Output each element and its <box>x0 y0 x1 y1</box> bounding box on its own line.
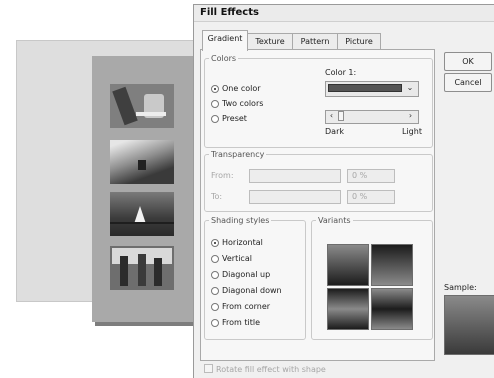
from-corner-radio[interactable]: From corner <box>211 302 270 311</box>
variant-3[interactable] <box>327 288 369 330</box>
gradient-tab-panel: Colors One color Two colors Preset Color… <box>200 49 435 361</box>
from-slider[interactable] <box>249 169 341 183</box>
preset-radio[interactable]: Preset <box>211 114 247 123</box>
variant-1[interactable] <box>327 244 369 286</box>
variants-legend: Variants <box>318 216 351 225</box>
from-label: From: <box>211 171 234 180</box>
beach-photo <box>110 246 174 290</box>
color1-swatch <box>328 84 402 92</box>
sample-label: Sample: <box>444 283 477 292</box>
dialog-title: Fill Effects <box>200 7 259 18</box>
radio-icon <box>211 319 219 327</box>
radio-icon <box>211 287 219 295</box>
radio-icon <box>211 255 219 263</box>
color1-dropdown[interactable]: ⌄ <box>325 81 419 97</box>
light-label: Light <box>402 127 422 136</box>
variant-2[interactable] <box>371 244 413 286</box>
horizontal-radio[interactable]: Horizontal <box>211 238 263 247</box>
sailboat-photo <box>110 192 174 236</box>
radio-icon <box>211 100 219 108</box>
radio-icon <box>211 271 219 279</box>
fill-effects-dialog: Fill Effects Gradient Texture Pattern Pi… <box>193 4 494 378</box>
diagonal-up-radio[interactable]: Diagonal up <box>211 270 270 279</box>
radio-selected-icon <box>211 85 219 93</box>
color1-label: Color 1: <box>325 68 357 77</box>
from-spinner[interactable]: 0 % <box>347 169 395 183</box>
colors-legend: Colors <box>211 54 237 63</box>
vertical-radio[interactable]: Vertical <box>211 254 252 263</box>
from-title-radio[interactable]: From title <box>211 318 260 327</box>
one-color-radio[interactable]: One color <box>211 84 261 93</box>
chevron-down-icon[interactable]: ⌄ <box>404 82 416 94</box>
tab-picture[interactable]: Picture <box>337 33 381 50</box>
slider-thumb[interactable] <box>338 111 344 121</box>
variant-4[interactable] <box>371 288 413 330</box>
surfer-photo <box>110 140 174 184</box>
dialog-titlebar[interactable]: Fill Effects <box>194 5 494 22</box>
slider-left-arrow-icon[interactable]: ‹ <box>326 111 337 121</box>
sample-preview <box>444 295 494 355</box>
diagonal-down-radio[interactable]: Diagonal down <box>211 286 282 295</box>
to-spinner[interactable]: 0 % <box>347 190 395 204</box>
transparency-legend: Transparency <box>211 150 265 159</box>
tab-gradient[interactable]: Gradient <box>202 30 248 51</box>
dark-label: Dark <box>325 127 344 136</box>
dark-light-slider[interactable]: ‹ › <box>325 110 419 124</box>
rotate-fill-checkbox[interactable]: Rotate fill effect with shape <box>204 364 326 374</box>
to-value: 0 % <box>352 192 368 201</box>
tab-texture[interactable]: Texture <box>247 33 293 50</box>
checkbox-icon <box>204 364 213 373</box>
skier-photo <box>110 84 174 128</box>
cancel-button[interactable]: Cancel <box>444 73 492 92</box>
from-value: 0 % <box>352 171 368 180</box>
to-label: To: <box>211 192 223 201</box>
to-slider[interactable] <box>249 190 341 204</box>
slide-thumbnail[interactable] <box>92 56 194 322</box>
radio-icon <box>211 303 219 311</box>
radio-icon <box>211 115 219 123</box>
radio-selected-icon <box>211 239 219 247</box>
ok-button[interactable]: OK <box>444 52 492 71</box>
shading-styles-legend: Shading styles <box>211 216 270 225</box>
tab-pattern[interactable]: Pattern <box>292 33 338 50</box>
slider-right-arrow-icon[interactable]: › <box>405 111 416 121</box>
two-colors-radio[interactable]: Two colors <box>211 99 263 108</box>
